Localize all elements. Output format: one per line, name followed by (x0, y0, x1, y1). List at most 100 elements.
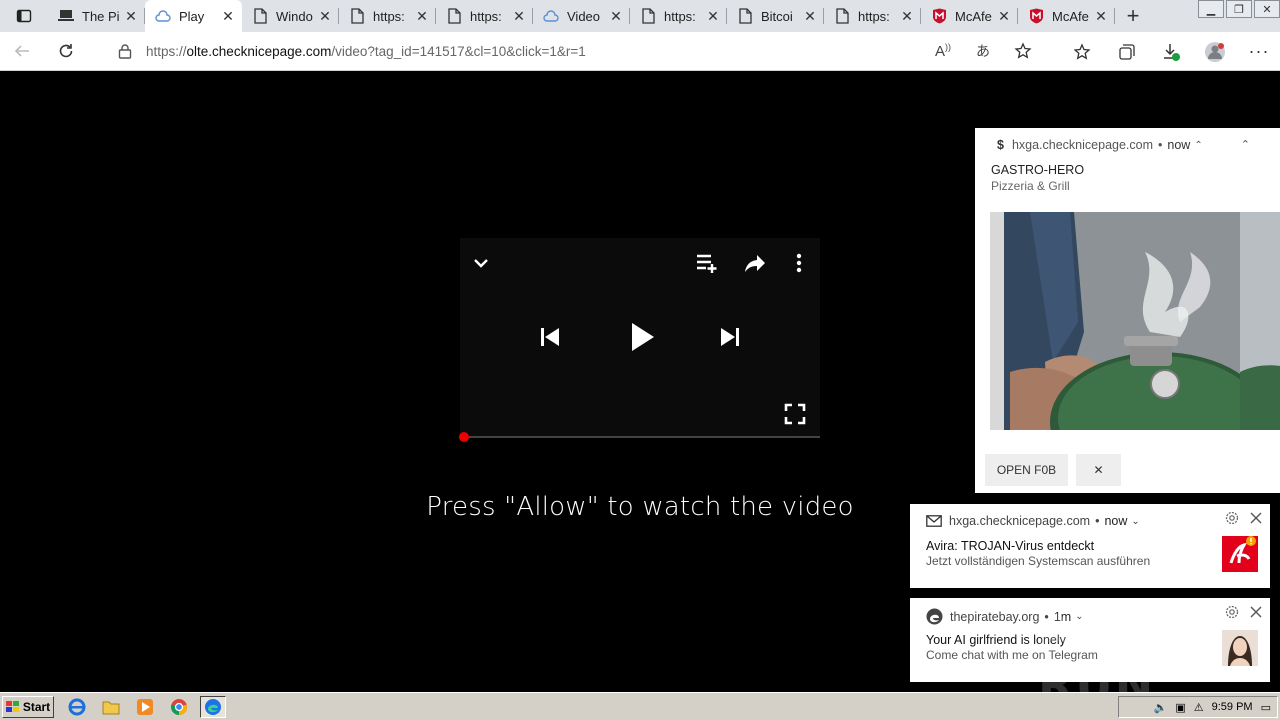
chevron-down-icon[interactable]: ⌄ (1131, 516, 1139, 527)
minimize-button[interactable]: ▁ (1198, 0, 1224, 18)
address-bar[interactable]: https://olte.checknicepage.com/video?tag… (100, 36, 1044, 66)
restore-button[interactable]: ❐ (1226, 0, 1252, 18)
tab-actions-icon (16, 9, 32, 23)
tab-close-icon[interactable]: ✕ (608, 8, 624, 24)
tab-close-icon[interactable]: ✕ (1093, 8, 1109, 24)
tab-close-icon[interactable]: ✕ (705, 8, 721, 24)
show-desktop-icon[interactable]: ▭ (1261, 701, 1271, 714)
tab-close-icon[interactable]: ✕ (996, 8, 1012, 24)
page-icon (252, 8, 268, 24)
favorites-icon[interactable] (1072, 41, 1094, 63)
tab-8[interactable]: https: ✕ (824, 0, 921, 32)
collapse-chevron-icon[interactable]: ⌃ (1241, 138, 1250, 151)
notification-body: Jetzt vollständigen Systemscan ausführen (926, 554, 1151, 568)
collections-icon[interactable] (1116, 41, 1138, 63)
tab-actions-button[interactable] (0, 0, 48, 32)
tab-1[interactable]: Play ✕ (145, 0, 242, 32)
tab-close-icon[interactable]: ✕ (123, 8, 139, 24)
mcafee-icon (1028, 8, 1044, 24)
back-button[interactable] (0, 33, 44, 69)
tab-0[interactable]: The Pi ✕ (48, 0, 145, 32)
read-aloud-icon[interactable]: A)) (932, 40, 954, 62)
previous-icon[interactable] (540, 327, 560, 347)
system-tray: 🔈 ▣ ⚠ 9:59 PM ▭ (1118, 696, 1278, 718)
push-notification-avira[interactable]: hxga.checknicepage.com • now ⌄ Avira: TR… (910, 504, 1270, 588)
notification-time: now (1167, 138, 1191, 152)
explorer-icon[interactable] (98, 696, 124, 718)
fullscreen-icon[interactable] (784, 403, 806, 425)
back-arrow-icon (14, 45, 29, 57)
avira-logo-icon (1222, 536, 1258, 572)
start-button[interactable]: Start (2, 695, 54, 718)
progress-knob[interactable] (459, 432, 469, 442)
close-icon[interactable] (1248, 510, 1264, 526)
tab-label: Bitcoi (761, 8, 793, 24)
tab-9[interactable]: McAfe ✕ (921, 0, 1018, 32)
profile-avatar[interactable] (1204, 41, 1226, 63)
close-window-button[interactable]: ✕ (1254, 0, 1280, 18)
tab-close-icon[interactable]: ✕ (220, 8, 236, 24)
tab-2[interactable]: Windo ✕ (242, 0, 339, 32)
notification-site: hxga.checknicepage.com (1011, 138, 1154, 152)
dismiss-notification-button[interactable]: ✕ (1076, 454, 1121, 486)
notification-header: hxga.checknicepage.com • now ⌄ (926, 514, 1140, 528)
lock-icon[interactable] (118, 43, 132, 59)
open-notification-button[interactable]: OPEN F0B (985, 454, 1068, 486)
tab-6[interactable]: https: ✕ (630, 0, 727, 32)
tab-close-icon[interactable]: ✕ (317, 8, 333, 24)
page-icon (834, 8, 850, 24)
refresh-button[interactable] (44, 33, 88, 69)
browser-toolbar: https://olte.checknicepage.com/video?tag… (0, 32, 1280, 71)
tab-label: McAfe (955, 8, 992, 24)
play-icon[interactable] (630, 322, 656, 352)
taskbar: Start 🔈 ▣ ⚠ 9:59 PM ▭ (0, 692, 1280, 720)
notification-time: now (1104, 514, 1128, 528)
tab-4[interactable]: https: ✕ (436, 0, 533, 32)
tab-close-icon[interactable]: ✕ (899, 8, 915, 24)
tab-label: Video (567, 8, 601, 24)
ie-icon[interactable] (64, 696, 90, 718)
window-controls: ▁ ❐ ✕ (1196, 0, 1280, 20)
tab-close-icon[interactable]: ✕ (511, 8, 527, 24)
tab-label: Windo (276, 8, 313, 24)
security-icon[interactable]: ⚠ (1194, 701, 1204, 714)
mcafee-icon (931, 8, 947, 24)
page-icon (737, 8, 753, 24)
new-tab-button[interactable]: + (1115, 0, 1151, 32)
translate-icon[interactable]: あ (972, 40, 994, 62)
network-icon[interactable]: ▣ (1175, 701, 1185, 714)
tab-close-icon[interactable]: ✕ (414, 8, 430, 24)
tab-close-icon[interactable]: ✕ (802, 8, 818, 24)
notification-site: hxga.checknicepage.com (949, 514, 1091, 528)
push-notification-gastro[interactable]: $ hxga.checknicepage.com • now ⌃ ⌃ GASTR… (975, 128, 1280, 493)
tab-label: The Pi (82, 8, 120, 24)
notification-title: GASTRO-HERO (991, 163, 1085, 177)
tab-strip: The Pi ✕ Play ✕ Windo ✕ https: ✕ https: ✕ Video ✕ ht… (0, 0, 1280, 32)
tab-5[interactable]: Video ✕ (533, 0, 630, 32)
page-icon (446, 8, 462, 24)
url-text[interactable]: https://olte.checknicepage.com/video?tag… (146, 44, 586, 59)
downloads-icon[interactable] (1160, 41, 1182, 63)
settings-gear-icon[interactable] (1224, 510, 1240, 526)
cloud-icon (543, 8, 559, 24)
tab-7[interactable]: Bitcoi ✕ (727, 0, 824, 32)
page-icon (349, 8, 365, 24)
chevron-up-icon[interactable]: ⌃ (1194, 140, 1202, 151)
chevron-down-icon[interactable] (472, 254, 490, 272)
more-menu-icon[interactable]: ··· (1248, 41, 1270, 63)
media-player-icon[interactable] (132, 696, 158, 718)
video-player[interactable] (459, 238, 820, 442)
next-icon[interactable] (720, 327, 740, 347)
tab-3[interactable]: https: ✕ (339, 0, 436, 32)
add-to-queue-icon[interactable] (696, 252, 720, 274)
progress-bar[interactable] (459, 432, 820, 442)
volume-icon[interactable]: 🔈 (1154, 701, 1168, 714)
cloud-icon (155, 8, 171, 24)
edge-taskbar-icon[interactable] (200, 695, 226, 718)
share-icon[interactable] (744, 252, 766, 274)
chrome-icon[interactable] (166, 696, 192, 718)
tab-label: McAfe (1052, 8, 1089, 24)
more-options-icon[interactable] (794, 252, 804, 274)
tab-10[interactable]: McAfe ✕ (1018, 0, 1115, 32)
add-favorite-icon[interactable] (1012, 40, 1034, 62)
